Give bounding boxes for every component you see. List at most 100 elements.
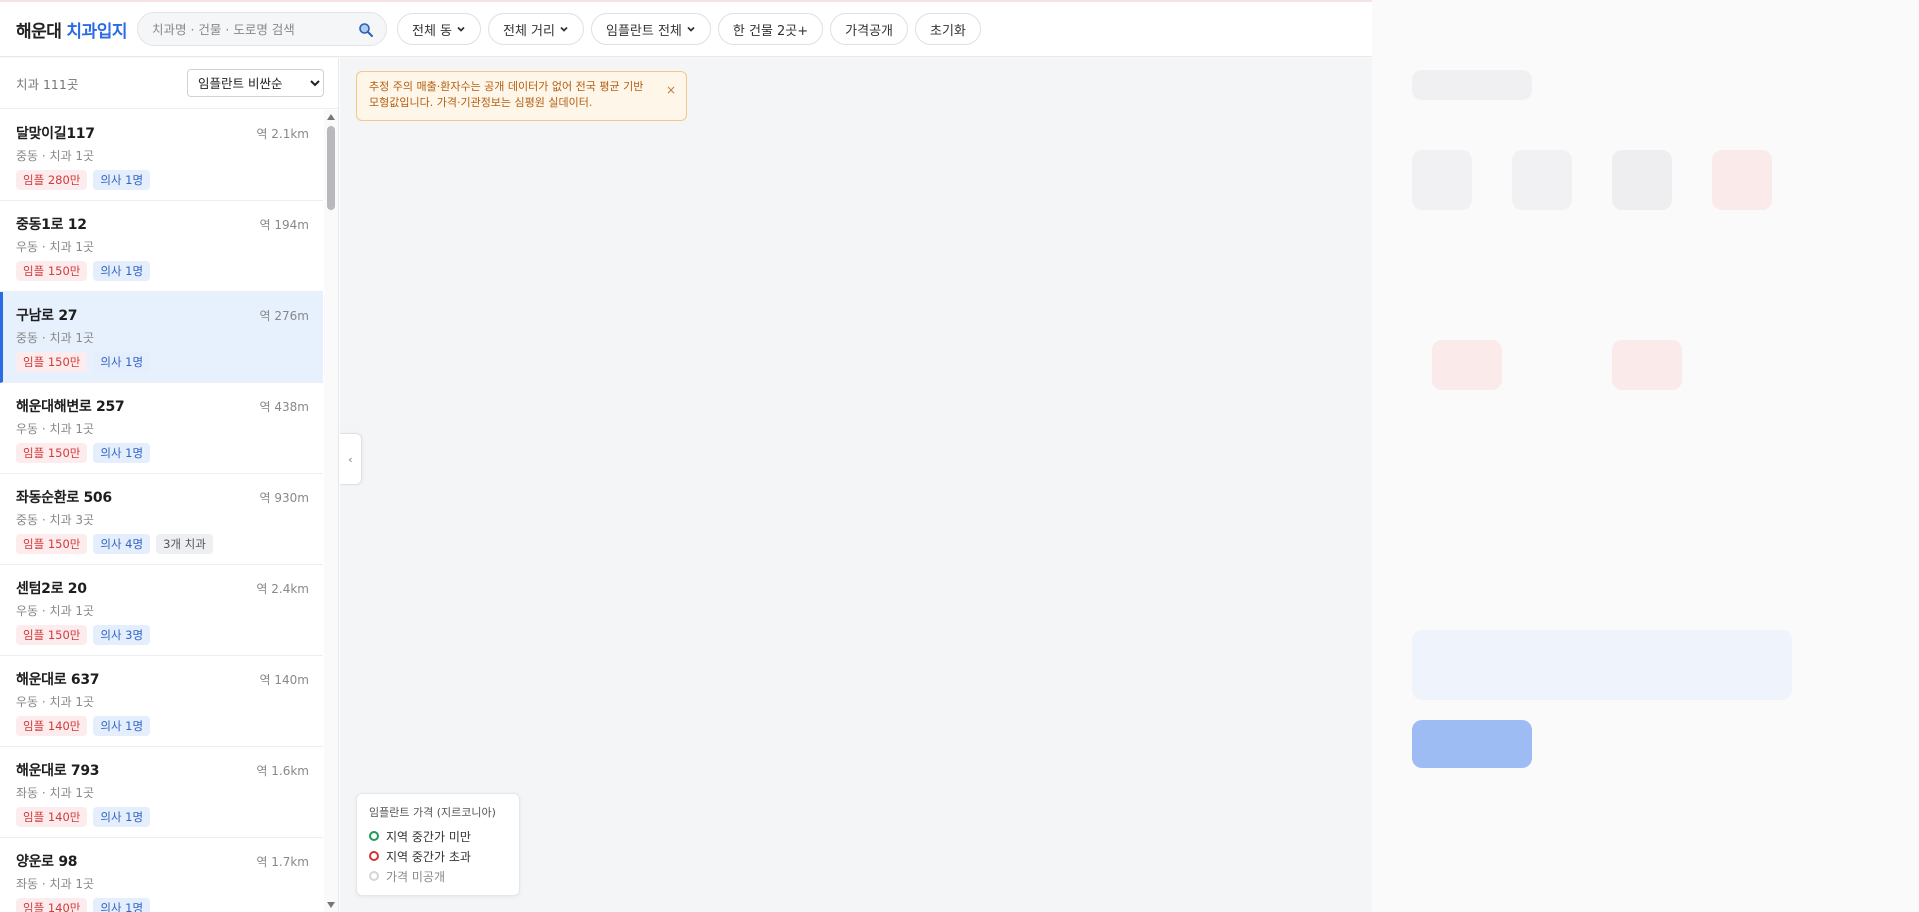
blurred-block: [1612, 340, 1682, 390]
item-distance: 역 2.1km: [256, 127, 309, 141]
header-bar: 해운대치과입지 전체 동 전체 거리 임플란트 전체 한 건물 2곳+: [0, 2, 1372, 57]
blurred-block: [1512, 150, 1572, 210]
item-tags: 임플 140만 의사 1명: [16, 807, 309, 827]
legend-label: 가격 미공개: [386, 869, 446, 884]
item-tags: 임플 150만 의사 1명: [16, 261, 309, 281]
legend-row-below: 지역 중간가 미만: [369, 826, 507, 846]
legend-row-above: 지역 중간가 초과: [369, 846, 507, 866]
filter-implant[interactable]: 임플란트 전체: [590, 13, 711, 45]
clinic-list-sidebar: 치과 111곳 임플란트 비싼순 달맞이길117 역 2.1km 중동 · 치과…: [0, 58, 339, 912]
item-subtitle: 중동 · 치과 1곳: [16, 331, 95, 345]
filter-price-public[interactable]: 가격공개: [830, 13, 909, 45]
blurred-block: [1712, 150, 1772, 210]
reset-button[interactable]: 초기화: [915, 13, 981, 45]
map-area[interactable]: 추정 주의 매출·환자수는 공개 데이터가 없어 전국 평균 기반 모형값입니다…: [340, 58, 1372, 912]
brand-title[interactable]: 해운대 치과입지: [16, 17, 127, 42]
item-distance: 역 1.7km: [256, 855, 309, 869]
sort-select[interactable]: 임플란트 비싼순: [187, 69, 324, 97]
blurred-block: [1412, 150, 1472, 210]
item-tags: 임플 140만 의사 1명: [16, 716, 309, 736]
clinic-list: 달맞이길117 역 2.1km 중동 · 치과 1곳 임플 280만 의사 1명…: [0, 110, 323, 912]
list-item[interactable]: 해운대로 793 역 1.6km 좌동 · 치과 1곳 임플 140만 의사 1…: [0, 747, 323, 838]
blurred-detail-panel: [1372, 0, 1919, 912]
price-tag: 임플 150만: [16, 352, 88, 372]
list-item[interactable]: 센텀2로 20 역 2.4km 우동 · 치과 1곳 임플 150만 의사 3명: [0, 565, 323, 656]
filter-price-public-label: 가격공개: [845, 23, 894, 39]
doctor-tag: 의사 3명: [93, 625, 151, 645]
item-distance: 역 194m: [259, 218, 309, 232]
price-tag: 임플 140만: [16, 898, 88, 912]
list-item[interactable]: 달맞이길117 역 2.1km 중동 · 치과 1곳 임플 280만 의사 1명: [0, 110, 323, 201]
blurred-block: [1432, 340, 1502, 390]
list-item[interactable]: 양운로 98 역 1.7km 좌동 · 치과 1곳 임플 140만 의사 1명: [0, 838, 323, 912]
item-subtitle: 우동 · 치과 1곳: [16, 240, 95, 254]
chevron-down-icon: [457, 26, 465, 32]
list-item[interactable]: 해운대해변로 257 역 438m 우동 · 치과 1곳 임플 150만 의사 …: [0, 383, 323, 474]
scroll-up-icon[interactable]: [327, 114, 335, 120]
legend-title: 임플란트 가격 (지르코니아): [369, 806, 496, 819]
search-box: [136, 12, 387, 46]
item-distance: 역 276m: [259, 309, 309, 323]
search-input[interactable]: [151, 21, 352, 37]
green-circle-icon: [369, 831, 379, 841]
clinic-count-tag: 3개 치과: [156, 534, 213, 554]
price-tag: 임플 140만: [16, 807, 88, 827]
brand-part-1: 해운대: [16, 21, 62, 42]
price-tag: 임플 280만: [16, 170, 88, 190]
legend-label: 지역 중간가 미만: [386, 829, 471, 844]
filter-implant-label: 임플란트 전체: [605, 23, 682, 39]
gray-circle-icon: [369, 871, 379, 881]
item-subtitle: 중동 · 치과 3곳: [16, 513, 95, 527]
item-distance: 역 140m: [259, 673, 309, 687]
blurred-block: [1412, 630, 1792, 700]
doctor-tag: 의사 1명: [93, 716, 151, 736]
filter-same-building[interactable]: 한 건물 2곳+: [717, 13, 824, 45]
doctor-tag: 의사 4명: [93, 534, 151, 554]
brand-part-2: 치과입지: [66, 21, 127, 42]
red-circle-icon: [369, 851, 379, 861]
filter-distance-label: 전체 거리: [503, 23, 555, 39]
list-item[interactable]: 좌동순환로 506 역 930m 중동 · 치과 3곳 임플 150만 의사 4…: [0, 474, 323, 565]
notice-text: 추정 주의 매출·환자수는 공개 데이터가 없어 전국 평균 기반 모형값입니다…: [369, 80, 644, 109]
doctor-tag: 의사 1명: [93, 261, 151, 281]
filter-dong-label: 전체 동: [411, 23, 452, 39]
app-window: 해운대치과입지 전체 동 전체 거리 임플란트 전체 한 건물 2곳+: [0, 0, 1372, 912]
price-tag: 임플 150만: [16, 534, 88, 554]
item-subtitle: 우동 · 치과 1곳: [16, 604, 95, 618]
item-subtitle: 좌동 · 치과 1곳: [16, 877, 95, 891]
price-legend: 임플란트 가격 (지르코니아) 지역 중간가 미만 지역 중간가 초과 가격 미…: [356, 793, 520, 896]
blurred-block: [1412, 70, 1532, 100]
filter-same-building-label: 한 건물 2곳+: [732, 23, 809, 39]
legend-label: 지역 중간가 초과: [386, 849, 471, 864]
doctor-tag: 의사 1명: [93, 352, 151, 372]
price-tag: 임플 150만: [16, 443, 88, 463]
item-distance: 역 438m: [259, 400, 309, 414]
doctor-tag: 의사 1명: [93, 443, 151, 463]
list-item[interactable]: 중동1로 12 역 194m 우동 · 치과 1곳 임플 150만 의사 1명: [0, 201, 323, 292]
chevron-down-icon: [560, 26, 568, 32]
list-item-selected[interactable]: 구남로 27 역 276m 중동 · 치과 1곳 임플 150만 의사 1명: [0, 292, 323, 383]
blurred-block: [1412, 720, 1532, 768]
item-distance: 역 1.6km: [256, 764, 309, 778]
filter-distance[interactable]: 전체 거리: [488, 13, 584, 45]
search-icon[interactable]: [358, 22, 374, 38]
price-tag: 임플 150만: [16, 261, 88, 281]
close-icon[interactable]: ×: [666, 82, 676, 98]
item-tags: 임플 140만 의사 1명: [16, 898, 309, 912]
item-subtitle: 우동 · 치과 1곳: [16, 422, 95, 436]
collapse-sidebar-button[interactable]: ‹: [340, 433, 362, 485]
clinic-count: 치과 111곳: [16, 76, 79, 92]
blurred-block: [1612, 150, 1672, 210]
item-subtitle: 우동 · 치과 1곳: [16, 695, 95, 709]
item-distance: 역 930m: [259, 491, 309, 505]
filter-dong[interactable]: 전체 동: [396, 13, 481, 45]
scroll-down-icon[interactable]: [327, 902, 335, 908]
scroll-thumb[interactable]: [327, 126, 335, 210]
price-tag: 임플 150만: [16, 625, 88, 645]
list-scrollbar[interactable]: [324, 110, 338, 912]
reset-button-label: 초기화: [930, 23, 966, 39]
estimate-notice: 추정 주의 매출·환자수는 공개 데이터가 없어 전국 평균 기반 모형값입니다…: [356, 71, 687, 121]
list-item[interactable]: 해운대로 637 역 140m 우동 · 치과 1곳 임플 140만 의사 1명: [0, 656, 323, 747]
item-tags: 임플 150만 의사 1명: [16, 443, 309, 463]
item-subtitle: 중동 · 치과 1곳: [16, 149, 95, 163]
